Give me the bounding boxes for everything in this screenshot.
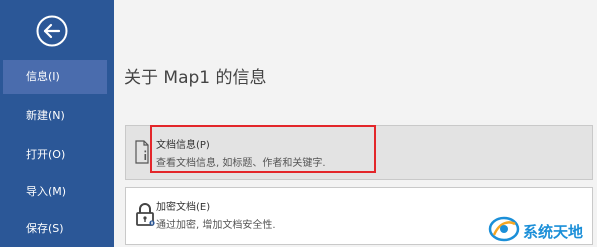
back-button[interactable] bbox=[36, 15, 68, 47]
page-title: 关于 Map1 的信息 bbox=[124, 68, 267, 88]
highlight-annotation-box bbox=[150, 125, 376, 173]
card-description: 通过加密, 增加文档安全性. bbox=[156, 220, 276, 231]
main-panel: 关于 Map1 的信息 文档信息(P) 查看文档信息, 如标题、作者和关键字. bbox=[114, 0, 597, 247]
watermark: 系统天地 bbox=[488, 213, 595, 245]
document-info-icon bbox=[135, 140, 149, 164]
watermark-logo-icon bbox=[488, 215, 520, 247]
sidebar-item-open[interactable]: 打开(O) bbox=[0, 138, 106, 172]
sidebar: 信息(I) 新建(N) 打开(O) 导入(M) 保存(S) bbox=[0, 0, 114, 247]
sidebar-item-import[interactable]: 导入(M) bbox=[0, 175, 106, 209]
sidebar-item-new[interactable]: 新建(N) bbox=[0, 99, 106, 133]
sidebar-item-save[interactable]: 保存(S) bbox=[0, 212, 106, 246]
back-arrow-icon bbox=[36, 15, 68, 47]
card-title: 加密文档(E) bbox=[156, 202, 211, 213]
lock-icon bbox=[135, 202, 157, 228]
sidebar-item-info[interactable]: 信息(I) bbox=[3, 60, 107, 94]
watermark-text: 系统天地 bbox=[523, 223, 584, 241]
